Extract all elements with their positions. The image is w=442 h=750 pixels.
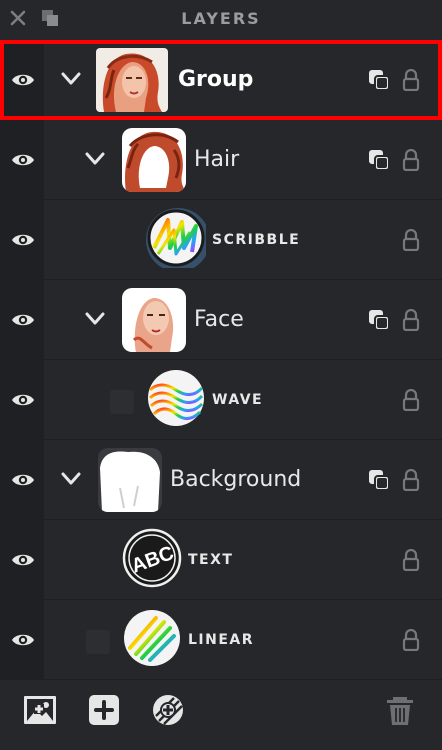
visibility-toggle[interactable] [0, 520, 44, 599]
clip-indicator [110, 390, 134, 414]
visibility-eye-icon[interactable] [11, 471, 35, 489]
layer-name: SCRIBBLE [212, 232, 301, 248]
layer-thumbnail [122, 288, 186, 352]
chevron-down-icon[interactable] [84, 311, 106, 331]
visibility-toggle[interactable] [0, 440, 44, 519]
visibility-toggle[interactable] [0, 600, 44, 679]
layer-thumbnail [96, 48, 168, 112]
layer-row-scribble[interactable]: SCRIBBLE [0, 200, 442, 280]
layer-name: Background [170, 467, 302, 492]
layer-thumbnail [122, 128, 186, 192]
chevron-down-icon[interactable] [84, 151, 106, 171]
add-effect-icon[interactable] [150, 692, 186, 728]
layer-row-wave[interactable]: WAVE [0, 360, 442, 440]
layer-name: WAVE [212, 392, 264, 408]
lock-icon[interactable] [402, 68, 420, 92]
layer-name: TEXT [188, 552, 234, 568]
layer-row-hair[interactable]: Hair [0, 120, 442, 200]
layer-row-linear[interactable]: LINEAR [0, 600, 442, 680]
layer-thumbnail [98, 448, 162, 512]
visibility-toggle[interactable] [0, 360, 44, 439]
layer-row-face[interactable]: Face [0, 280, 442, 360]
chevron-down-icon[interactable] [60, 71, 82, 91]
visibility-toggle[interactable] [0, 40, 44, 119]
mask-icon[interactable] [368, 309, 390, 331]
mask-icon[interactable] [368, 469, 390, 491]
panel-title: LAYERS [181, 9, 261, 28]
visibility-toggle[interactable] [0, 120, 44, 199]
mask-icon[interactable] [368, 149, 390, 171]
layer-name: LINEAR [188, 632, 255, 648]
panel-footer [0, 672, 442, 750]
add-layer-icon[interactable] [86, 692, 122, 728]
visibility-eye-icon[interactable] [11, 231, 35, 249]
visibility-eye-icon[interactable] [11, 391, 35, 409]
add-image-layer-icon[interactable] [22, 692, 58, 728]
visibility-eye-icon[interactable] [11, 311, 35, 329]
lock-icon[interactable] [402, 148, 420, 172]
visibility-eye-icon[interactable] [11, 151, 35, 169]
clip-indicator [86, 630, 110, 654]
layer-row-group[interactable]: Group [0, 40, 442, 120]
layer-thumbnail: ABC [122, 528, 186, 592]
layer-row-text[interactable]: ABC TEXT [0, 520, 442, 600]
visibility-toggle[interactable] [0, 200, 44, 279]
visibility-eye-icon[interactable] [11, 71, 35, 89]
lock-icon[interactable] [402, 228, 420, 252]
lock-icon[interactable] [402, 548, 420, 572]
visibility-eye-icon[interactable] [11, 631, 35, 649]
lock-icon[interactable] [402, 468, 420, 492]
layer-name: Group [178, 67, 254, 92]
visibility-eye-icon[interactable] [11, 551, 35, 569]
lock-icon[interactable] [402, 308, 420, 332]
lock-icon[interactable] [402, 628, 420, 652]
mask-icon[interactable] [368, 69, 390, 91]
layer-thumbnail [146, 208, 210, 272]
layer-name: Hair [194, 147, 240, 172]
layer-row-background[interactable]: Background [0, 440, 442, 520]
panel-header: LAYERS [0, 0, 442, 40]
visibility-toggle[interactable] [0, 280, 44, 359]
chevron-down-icon[interactable] [60, 471, 82, 491]
layer-name: Face [194, 307, 244, 332]
layer-thumbnail [146, 368, 210, 432]
layer-thumbnail [122, 608, 186, 672]
trash-icon[interactable] [382, 692, 418, 728]
lock-icon[interactable] [402, 388, 420, 412]
